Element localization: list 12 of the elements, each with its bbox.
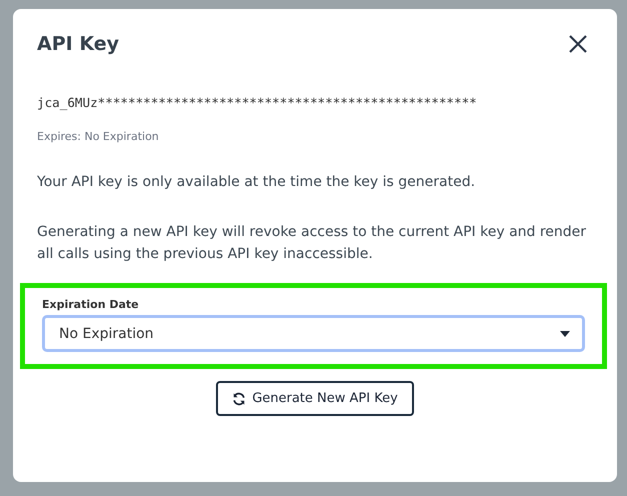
close-button[interactable] xyxy=(567,33,589,55)
close-icon xyxy=(567,33,589,55)
expiration-dropdown[interactable]: No Expiration xyxy=(42,315,585,352)
refresh-icon xyxy=(232,392,246,406)
field-label: Expiration Date xyxy=(42,298,140,311)
generate-key-button[interactable]: Generate New API Key xyxy=(216,381,414,416)
expiry-text: Expires: No Expiration xyxy=(37,130,160,143)
dialog-title: API Key xyxy=(37,33,119,55)
caret-icon xyxy=(560,330,570,336)
info-paragraph: Generating a new API key will revoke access to the current API key and render all calls using the previous API key inaccessible. xyxy=(37,223,588,264)
api-key-text: jca_6MUz************************************************** xyxy=(37,95,478,110)
info-paragraph: Your API key is only available at the time the key is generated. xyxy=(37,173,476,192)
